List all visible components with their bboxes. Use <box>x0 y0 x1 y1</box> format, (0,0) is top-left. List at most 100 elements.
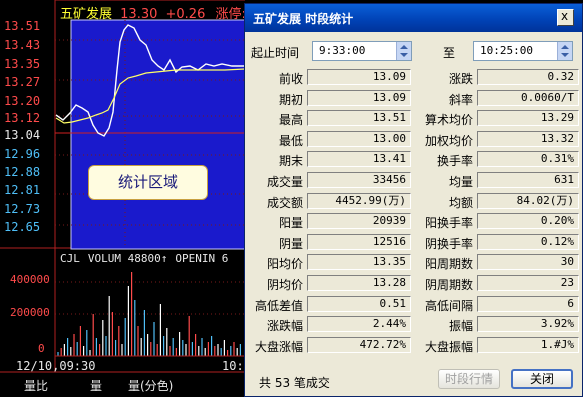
close-button[interactable]: x <box>557 9 574 26</box>
stats-row: 阳量 20939 阳换手率 0.20% <box>245 212 582 232</box>
stat-label: 阳换手率 <box>424 216 473 231</box>
stat-value: 0.32 <box>477 69 579 85</box>
volume-tick: 400000 <box>10 273 50 286</box>
start-time-field[interactable]: 9:33:00 <box>312 41 412 61</box>
stat-label: 振幅 <box>448 319 473 334</box>
stat-value: 0.20% <box>477 213 579 230</box>
stat-label: 涨跌 <box>448 72 473 86</box>
tab-volume-ratio[interactable]: 量比 <box>24 377 48 394</box>
stat-label: 高低差值 <box>254 298 303 313</box>
price-tick: 12.96 <box>4 147 41 161</box>
indicator-bar: CJL VOLUM 48800↑ OPENIN 6 <box>60 252 228 265</box>
stat-label: 期末 <box>278 154 303 169</box>
stat-value: 2.44% <box>307 316 411 333</box>
end-time-value: 10:25:00 <box>480 44 533 57</box>
stat-value: 23 <box>477 275 579 291</box>
volume-tick: 200000 <box>10 306 50 319</box>
stock-name: 五矿发展 <box>60 7 113 22</box>
stat-label: 阴换手率 <box>424 236 473 251</box>
stat-value: 0.51 <box>307 295 411 312</box>
stat-value: 13.35 <box>307 254 411 271</box>
stat-value: 84.02(万) <box>477 192 579 209</box>
tab-volume[interactable]: 量 <box>90 377 102 394</box>
stats-row: 最低 13.00 加权均价 13.32 <box>245 130 582 150</box>
stat-value: 13.09 <box>307 69 411 85</box>
stats-row: 前收 13.09 涨跌 0.32 <box>245 68 582 88</box>
volume-tick: 0 <box>38 342 45 355</box>
stat-label: 前收 <box>278 72 303 86</box>
stat-value: 13.28 <box>307 275 411 291</box>
stat-value: 4452.99(万) <box>307 192 411 209</box>
stat-value: 472.72% <box>307 336 411 353</box>
stat-value: 13.51 <box>307 110 411 127</box>
stat-label: 成交额 <box>266 195 303 210</box>
dialog-titlebar[interactable]: 五矿发展 时段统计 x <box>245 4 582 32</box>
stat-region-callout: 统计区域 <box>88 165 208 200</box>
date-time-right: 10: <box>222 359 244 373</box>
end-time-spinner[interactable] <box>557 42 572 60</box>
volum-readout: VOLUM 48800 <box>87 252 161 265</box>
stat-value: 33456 <box>307 172 411 188</box>
spin-up-icon[interactable] <box>561 45 569 49</box>
stat-label: 阴周期数 <box>424 278 473 292</box>
stat-value: 13.32 <box>477 130 579 147</box>
stat-label: 均额 <box>448 195 473 210</box>
dialog-title: 五矿发展 时段统计 <box>253 12 354 26</box>
to-label: 至 <box>443 46 456 60</box>
price-tick: 12.88 <box>4 165 41 179</box>
stat-value: 30 <box>477 254 579 271</box>
stat-label: 算术均价 <box>424 113 473 128</box>
tab-volume-colored[interactable]: 量(分色) <box>128 377 173 394</box>
stat-label: 高低间隔 <box>424 298 473 313</box>
stats-row: 阴量 12516 阴换手率 0.12% <box>245 233 582 253</box>
stats-row: 期初 13.09 斜率 0.0060/T <box>245 89 582 109</box>
period-stats-dialog: 五矿发展 时段统计 x 起止时间 9:33:00 至 10:25:00 前收 13… <box>244 3 583 397</box>
indicator-name[interactable]: CJL <box>60 252 80 265</box>
price-tick: 13.12 <box>4 111 41 125</box>
stats-row: 最高 13.51 算术均价 13.29 <box>245 109 582 129</box>
stats-row: 成交量 33456 均量 631 <box>245 171 582 191</box>
stat-value: 0.12% <box>477 233 579 250</box>
price-tick: 13.35 <box>4 57 41 71</box>
stat-label: 加权均价 <box>424 133 473 148</box>
stat-value: 13.41 <box>307 151 411 168</box>
stat-label: 涨跌幅 <box>266 319 303 334</box>
stat-label: 最低 <box>278 133 303 148</box>
price-tick: 13.51 <box>4 19 41 33</box>
price-tick: 13.43 <box>4 38 41 52</box>
stat-value: 13.00 <box>307 130 411 147</box>
stats-row: 高低差值 0.51 高低间隔 6 <box>245 295 582 315</box>
date-time-left: 12/10,09:30 <box>16 359 96 373</box>
stat-label: 成交量 <box>266 175 303 189</box>
stat-label: 阴量 <box>278 236 303 251</box>
stat-label: 大盘振幅 <box>424 339 473 354</box>
spin-down-icon[interactable] <box>400 53 408 57</box>
price-tick: 12.65 <box>4 220 41 234</box>
stat-value: 20939 <box>307 213 411 230</box>
trade-count: 共 53 笔成交 <box>259 376 330 390</box>
start-time-spinner[interactable] <box>396 42 411 60</box>
price-tick: 13.20 <box>4 94 41 108</box>
stat-value: 12516 <box>307 233 411 250</box>
stat-value: 13.29 <box>477 110 579 127</box>
start-time-value: 9:33:00 <box>319 44 366 57</box>
stat-label: 阳均价 <box>266 257 303 272</box>
stat-label: 大盘涨幅 <box>254 339 303 354</box>
spin-down-icon[interactable] <box>561 53 569 57</box>
stat-label: 最高 <box>278 113 303 128</box>
stat-value: 631 <box>477 172 579 188</box>
stats-row: 阳均价 13.35 阳周期数 30 <box>245 253 582 273</box>
spin-up-icon[interactable] <box>400 45 408 49</box>
price-tick: 12.73 <box>4 202 41 216</box>
stats-row: 期末 13.41 换手率 0.31% <box>245 150 582 170</box>
close-dialog-button[interactable]: 关闭 <box>511 369 573 389</box>
stat-label: 斜率 <box>448 92 473 107</box>
price-tick-base: 13.04 <box>4 128 41 142</box>
volume-bars <box>57 272 241 356</box>
stat-label: 阳周期数 <box>424 257 473 272</box>
end-time-field[interactable]: 10:25:00 <box>473 41 573 61</box>
period-tickers-button[interactable]: 时段行情 <box>438 369 500 389</box>
stat-value: 13.09 <box>307 89 411 106</box>
stat-value: 0.0060/T <box>477 89 579 106</box>
up-arrow-icon: ↑ <box>160 252 168 265</box>
